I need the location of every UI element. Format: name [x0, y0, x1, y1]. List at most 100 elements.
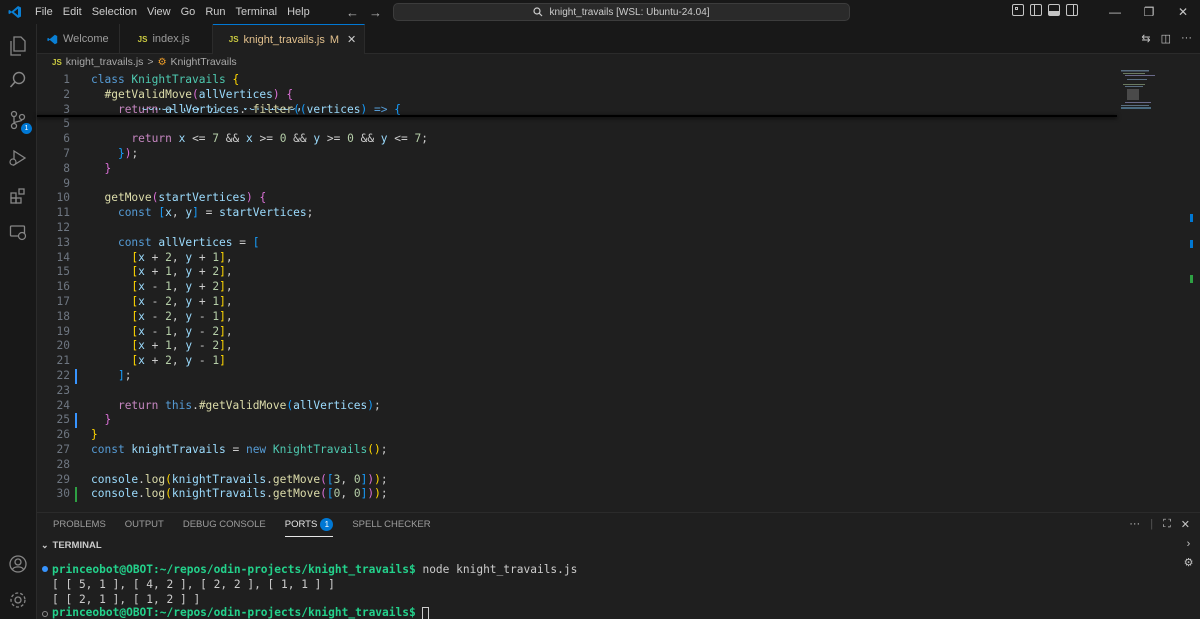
terminal-section-header[interactable]: ⌄ TERMINAL [37, 537, 102, 553]
line-number: 12 [56, 221, 70, 234]
line-number: 8 [63, 161, 70, 175]
menu-view[interactable]: View [142, 0, 176, 24]
run-debug-icon[interactable] [6, 146, 30, 170]
code-text: getMove(startVertices) { [104, 191, 267, 205]
tab-welcome[interactable]: Welcome [37, 24, 120, 54]
code-line: 2 #getValidMove(allVertices) { [37, 88, 1117, 103]
code-text: console.log(knightTravails.getMove([0, 0… [91, 487, 388, 501]
back-arrow-icon[interactable]: ← [346, 5, 359, 20]
maximize-panel-icon[interactable]: ⛶ [1163, 518, 1171, 531]
code-line: 28 [37, 458, 1117, 473]
tab-knight-travails-js[interactable]: JS knight_travails.js M ✕ [212, 24, 366, 54]
restore-icon[interactable]: ❐ [1132, 0, 1166, 24]
code-text: [x + 2, y + 1], [131, 250, 233, 264]
code-line: 22 ]; [37, 369, 1117, 384]
toggle-primary-sidebar-icon[interactable] [1030, 4, 1042, 16]
editor-tabs: Welcome JS index.js JS knight_travails.j… [37, 24, 1200, 54]
toggle-secondary-sidebar-icon[interactable] [1066, 4, 1078, 16]
code-line: 29 console.log(knightTravails.getMove([3,… [37, 473, 1117, 488]
source-control-icon[interactable]: 1 [6, 108, 32, 134]
line-number: 21 [56, 354, 70, 368]
code-text: const [x, y] = startVertices; [117, 206, 314, 220]
line-number: 26 [56, 428, 70, 442]
command-success-dot-icon [42, 566, 48, 572]
terminal-header-label: TERMINAL [52, 539, 102, 551]
code-editor[interactable]: 1 class KnightTravails { 2 #getValidMove(a… [37, 70, 1117, 512]
partially-hidden-code-line: const [x, y] = vertices; [37, 108, 1117, 114]
split-editor-icon[interactable]: ◫ [1161, 32, 1171, 45]
terminal-shell-chevron-icon[interactable]: › [1187, 538, 1191, 550]
code-line: 19 [x - 1, y - 2], [37, 325, 1117, 340]
vertical-scrollbar[interactable] [1189, 70, 1200, 512]
line-number: 30 [56, 487, 70, 501]
line-number: 7 [63, 147, 70, 160]
menu-edit[interactable]: Edit [58, 0, 87, 24]
panel-more-icon[interactable]: ··· [1129, 518, 1140, 531]
code-text: #getValidMove(allVertices) { [104, 87, 294, 101]
line-number: 1 [63, 73, 70, 86]
close-panel-icon[interactable]: ✕ [1181, 518, 1190, 531]
class-symbol-icon: ⚙ [157, 56, 167, 68]
search-icon[interactable] [6, 68, 30, 92]
tab-spell-checker[interactable]: SPELL CHECKER [352, 519, 430, 530]
ports-badge: 1 [320, 518, 334, 531]
menu-file[interactable]: File [30, 0, 58, 24]
line-number: 19 [56, 324, 70, 338]
js-file-icon: JS [137, 34, 148, 44]
compare-changes-icon[interactable]: ⇆ [1141, 32, 1150, 45]
terminal-line-command: princeobot@OBOT:~/repos/odin-projects/kn… [52, 563, 578, 576]
vscode-logo-icon [0, 0, 30, 24]
forward-arrow-icon[interactable]: → [369, 5, 382, 20]
code-text: class KnightTravails { [91, 73, 240, 86]
tab-index-js[interactable]: JS index.js [120, 24, 213, 54]
code-text: [x - 2, y + 1], [131, 295, 233, 308]
code-line: 20 [x + 1, y - 2], [37, 339, 1117, 354]
terminal-line-prompt: princeobot@OBOT:~/repos/odin-projects/kn… [52, 605, 430, 619]
command-center-search[interactable]: knight_travails [WSL: Ubuntu-24.04] [393, 3, 850, 21]
code-text: return x <= 7 && x >= 0 && y >= 0 && y <… [131, 132, 428, 146]
line-number: 24 [56, 398, 70, 412]
extensions-icon[interactable] [6, 184, 30, 208]
line-number: 13 [56, 235, 70, 249]
breadcrumb-symbol[interactable]: KnightTravails [171, 56, 237, 68]
code-line: 15 [x + 1, y + 2], [37, 265, 1117, 280]
toggle-panel-icon[interactable] [1048, 4, 1060, 16]
code-line: 16 [x - 1, y + 2], [37, 280, 1117, 295]
code-line: 10 getMove(startVertices) { [37, 191, 1117, 206]
menu-run[interactable]: Run [200, 0, 230, 24]
explorer-icon[interactable] [6, 34, 30, 58]
terminal[interactable]: princeobot@OBOT:~/repos/odin-projects/kn… [37, 556, 1177, 619]
line-number: 2 [63, 87, 70, 101]
account-icon[interactable] [6, 552, 30, 576]
line-number: 5 [63, 117, 70, 131]
code-text: } [91, 428, 98, 442]
code-line: 27 const knightTravails = new KnightTrava… [37, 443, 1117, 458]
menu-selection[interactable]: Selection [87, 0, 142, 24]
tab-debug-console[interactable]: DEBUG CONSOLE [183, 519, 266, 530]
line-number: 14 [56, 250, 70, 264]
code-line: 23 [37, 384, 1117, 399]
remote-explorer-icon[interactable] [6, 220, 30, 244]
more-actions-icon[interactable]: ··· [1181, 32, 1192, 45]
code-line: 5 [37, 117, 1117, 132]
code-line: 12 [37, 221, 1117, 236]
code-line: 18 [x - 2, y - 1], [37, 310, 1117, 325]
menu-go[interactable]: Go [176, 0, 201, 24]
code-line: 11 const [x, y] = startVertices; [37, 206, 1117, 221]
tab-problems[interactable]: PROBLEMS [53, 519, 106, 530]
tab-label: Welcome [63, 33, 109, 45]
terminal-debug-icon[interactable]: ⚙ [1184, 556, 1194, 569]
tab-ports[interactable]: PORTS 1 [284, 518, 334, 537]
breadcrumb: JS knight_travails.js > ⚙ KnightTravails [37, 54, 237, 70]
breadcrumb-file[interactable]: knight_travails.js [66, 56, 144, 68]
customize-layout-icon[interactable] [1012, 4, 1024, 16]
menu-help[interactable]: Help [282, 0, 315, 24]
minimap[interactable] [1117, 70, 1189, 512]
line-number: 9 [63, 176, 70, 190]
minimize-icon[interactable]: — [1098, 0, 1132, 24]
tab-output[interactable]: OUTPUT [125, 519, 164, 530]
menu-terminal[interactable]: Terminal [231, 0, 283, 24]
close-window-icon[interactable]: ✕ [1166, 0, 1200, 24]
manage-gear-icon[interactable] [6, 588, 30, 612]
close-tab-icon[interactable]: ✕ [347, 33, 356, 46]
